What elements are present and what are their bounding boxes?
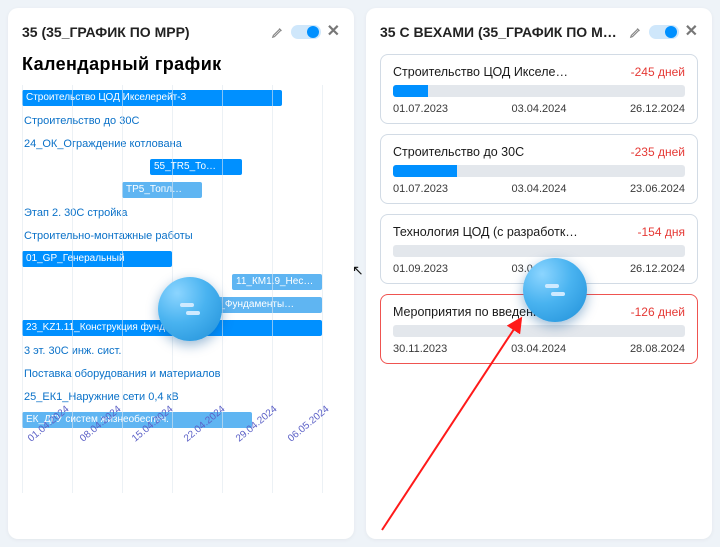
milestone-mid-date: 03.04.2024	[511, 263, 566, 275]
gantt-bar[interactable]: 55_TR5_То…	[150, 159, 242, 175]
milestone-mid-date: 03.04.2024	[511, 183, 566, 195]
close-icon[interactable]: ✕	[685, 24, 698, 40]
milestone-name: Технология ЦОД (с разработк…	[393, 225, 632, 239]
milestone-delta: -245 дней	[631, 65, 685, 79]
milestone-card[interactable]: Мероприятия по введению… -126 дней 30.11.2…	[380, 294, 698, 364]
milestone-delta: -126 дней	[631, 305, 685, 319]
gantt-row[interactable]: 3 эт. 30С инж. сист.	[22, 341, 340, 361]
gantt-row[interactable]: 11_КМ1.9_Нес…	[22, 272, 340, 292]
gantt-bar[interactable]: 01_GP_Генеральный	[22, 251, 172, 267]
gantt-row[interactable]: 24_ОК_Ограждение котлована	[22, 134, 340, 154]
gantt-bar[interactable]: 23_KZ1.11_Конструкция фундамент…	[22, 320, 322, 336]
gantt-bar[interactable]: 19_KZ1.7_Фундаменты…	[172, 297, 322, 313]
gantt-row-label: Этап 2. 30С стройка	[22, 205, 130, 221]
milestone-end-date: 26.12.2024	[630, 103, 685, 115]
milestone-start-date: 01.09.2023	[393, 263, 448, 275]
panel-title: 35 С ВЕХАМИ (35_ГРАФИК ПО МРР…	[380, 24, 623, 40]
edit-icon[interactable]	[271, 25, 285, 39]
milestone-delta: -235 дней	[631, 145, 685, 159]
gantt-row[interactable]: 01_GP_Генеральный	[22, 249, 340, 269]
gantt-x-axis: 01.04.202408.04.202415.04.202422.04.2024…	[22, 436, 340, 447]
milestone-name: Строительство ЦОД Икселе…	[393, 65, 625, 79]
gantt-row-label: Строительно-монтажные работы	[22, 228, 195, 244]
milestone-end-date: 28.08.2024	[630, 343, 685, 355]
close-icon[interactable]: ✕	[327, 24, 340, 40]
gantt-row-label: 25_ЕК1_Наружние сети 0,4 кВ	[22, 389, 181, 405]
gantt-row[interactable]: 19_KZ1.7_Фундаменты…	[22, 295, 340, 315]
milestone-progress	[393, 245, 685, 257]
gantt-row-label: 24_ОК_Ограждение котлована	[22, 136, 184, 152]
gantt-bar[interactable]: Строительство ЦОД Икселерейт-3	[22, 90, 282, 106]
gantt-row-label: 3 эт. 30С инж. сист.	[22, 343, 123, 359]
visibility-toggle[interactable]	[649, 25, 679, 39]
gantt-row[interactable]: 23_KZ1.11_Конструкция фундамент…	[22, 318, 340, 338]
milestone-card[interactable]: Строительство ЦОД Икселе… -245 дней 01.07.…	[380, 54, 698, 124]
milestone-start-date: 30.11.2023	[393, 343, 447, 355]
milestone-progress	[393, 325, 685, 337]
gantt-row[interactable]: ТР5_Топл…	[22, 180, 340, 200]
gantt-row[interactable]: 55_TR5_То…	[22, 157, 340, 177]
gantt-bar[interactable]: 11_КМ1.9_Нес…	[232, 274, 322, 290]
visibility-toggle[interactable]	[291, 25, 321, 39]
gantt-chart[interactable]: Строительство ЦОД Икселерейт-3 Строительс…	[22, 85, 340, 523]
gantt-panel: 35 (35_ГРАФИК ПО МРР) ✕ Календарный граф…	[8, 8, 354, 539]
gantt-bar[interactable]: ТР5_Топл…	[122, 182, 202, 198]
gantt-row[interactable]: Строительно-монтажные работы	[22, 226, 340, 246]
panel-header-left: 35 (35_ГРАФИК ПО МРР) ✕	[22, 24, 340, 40]
milestone-progress	[393, 85, 685, 97]
gantt-row[interactable]: Поставка оборудования и материалов	[22, 364, 340, 384]
milestone-mid-date: 03.04.2024	[511, 343, 566, 355]
panel-header-right: 35 С ВЕХАМИ (35_ГРАФИК ПО МРР… ✕	[380, 24, 698, 40]
gantt-row[interactable]: Этап 2. 30С стройка	[22, 203, 340, 223]
milestone-name: Строительство до 30С	[393, 145, 625, 159]
edit-icon[interactable]	[629, 25, 643, 39]
gantt-row[interactable]: Строительство ЦОД Икселерейт-3	[22, 88, 340, 108]
milestone-progress	[393, 165, 685, 177]
milestone-card[interactable]: Технология ЦОД (с разработк… -154 дня 01.0…	[380, 214, 698, 284]
gantt-row-label: Поставка оборудования и материалов	[22, 366, 222, 382]
milestone-card[interactable]: Строительство до 30С -235 дней 01.07.2023 0…	[380, 134, 698, 204]
milestone-start-date: 01.07.2023	[393, 183, 448, 195]
milestone-delta: -154 дня	[638, 225, 685, 239]
milestone-start-date: 01.07.2023	[393, 103, 448, 115]
milestone-mid-date: 03.04.2024	[511, 103, 566, 115]
milestone-end-date: 26.12.2024	[630, 263, 685, 275]
gantt-row-label: Строительство до 30С	[22, 113, 141, 129]
panel-title: 35 (35_ГРАФИК ПО МРР)	[22, 24, 265, 40]
milestone-name: Мероприятия по введению…	[393, 305, 625, 319]
gantt-row[interactable]: Строительство до 30С	[22, 111, 340, 131]
milestone-end-date: 23.06.2024	[630, 183, 685, 195]
gantt-row[interactable]: 25_ЕК1_Наружние сети 0,4 кВ	[22, 387, 340, 407]
milestones-panel: 35 С ВЕХАМИ (35_ГРАФИК ПО МРР… ✕ Строите…	[366, 8, 712, 539]
chart-title: Календарный график	[22, 54, 340, 75]
